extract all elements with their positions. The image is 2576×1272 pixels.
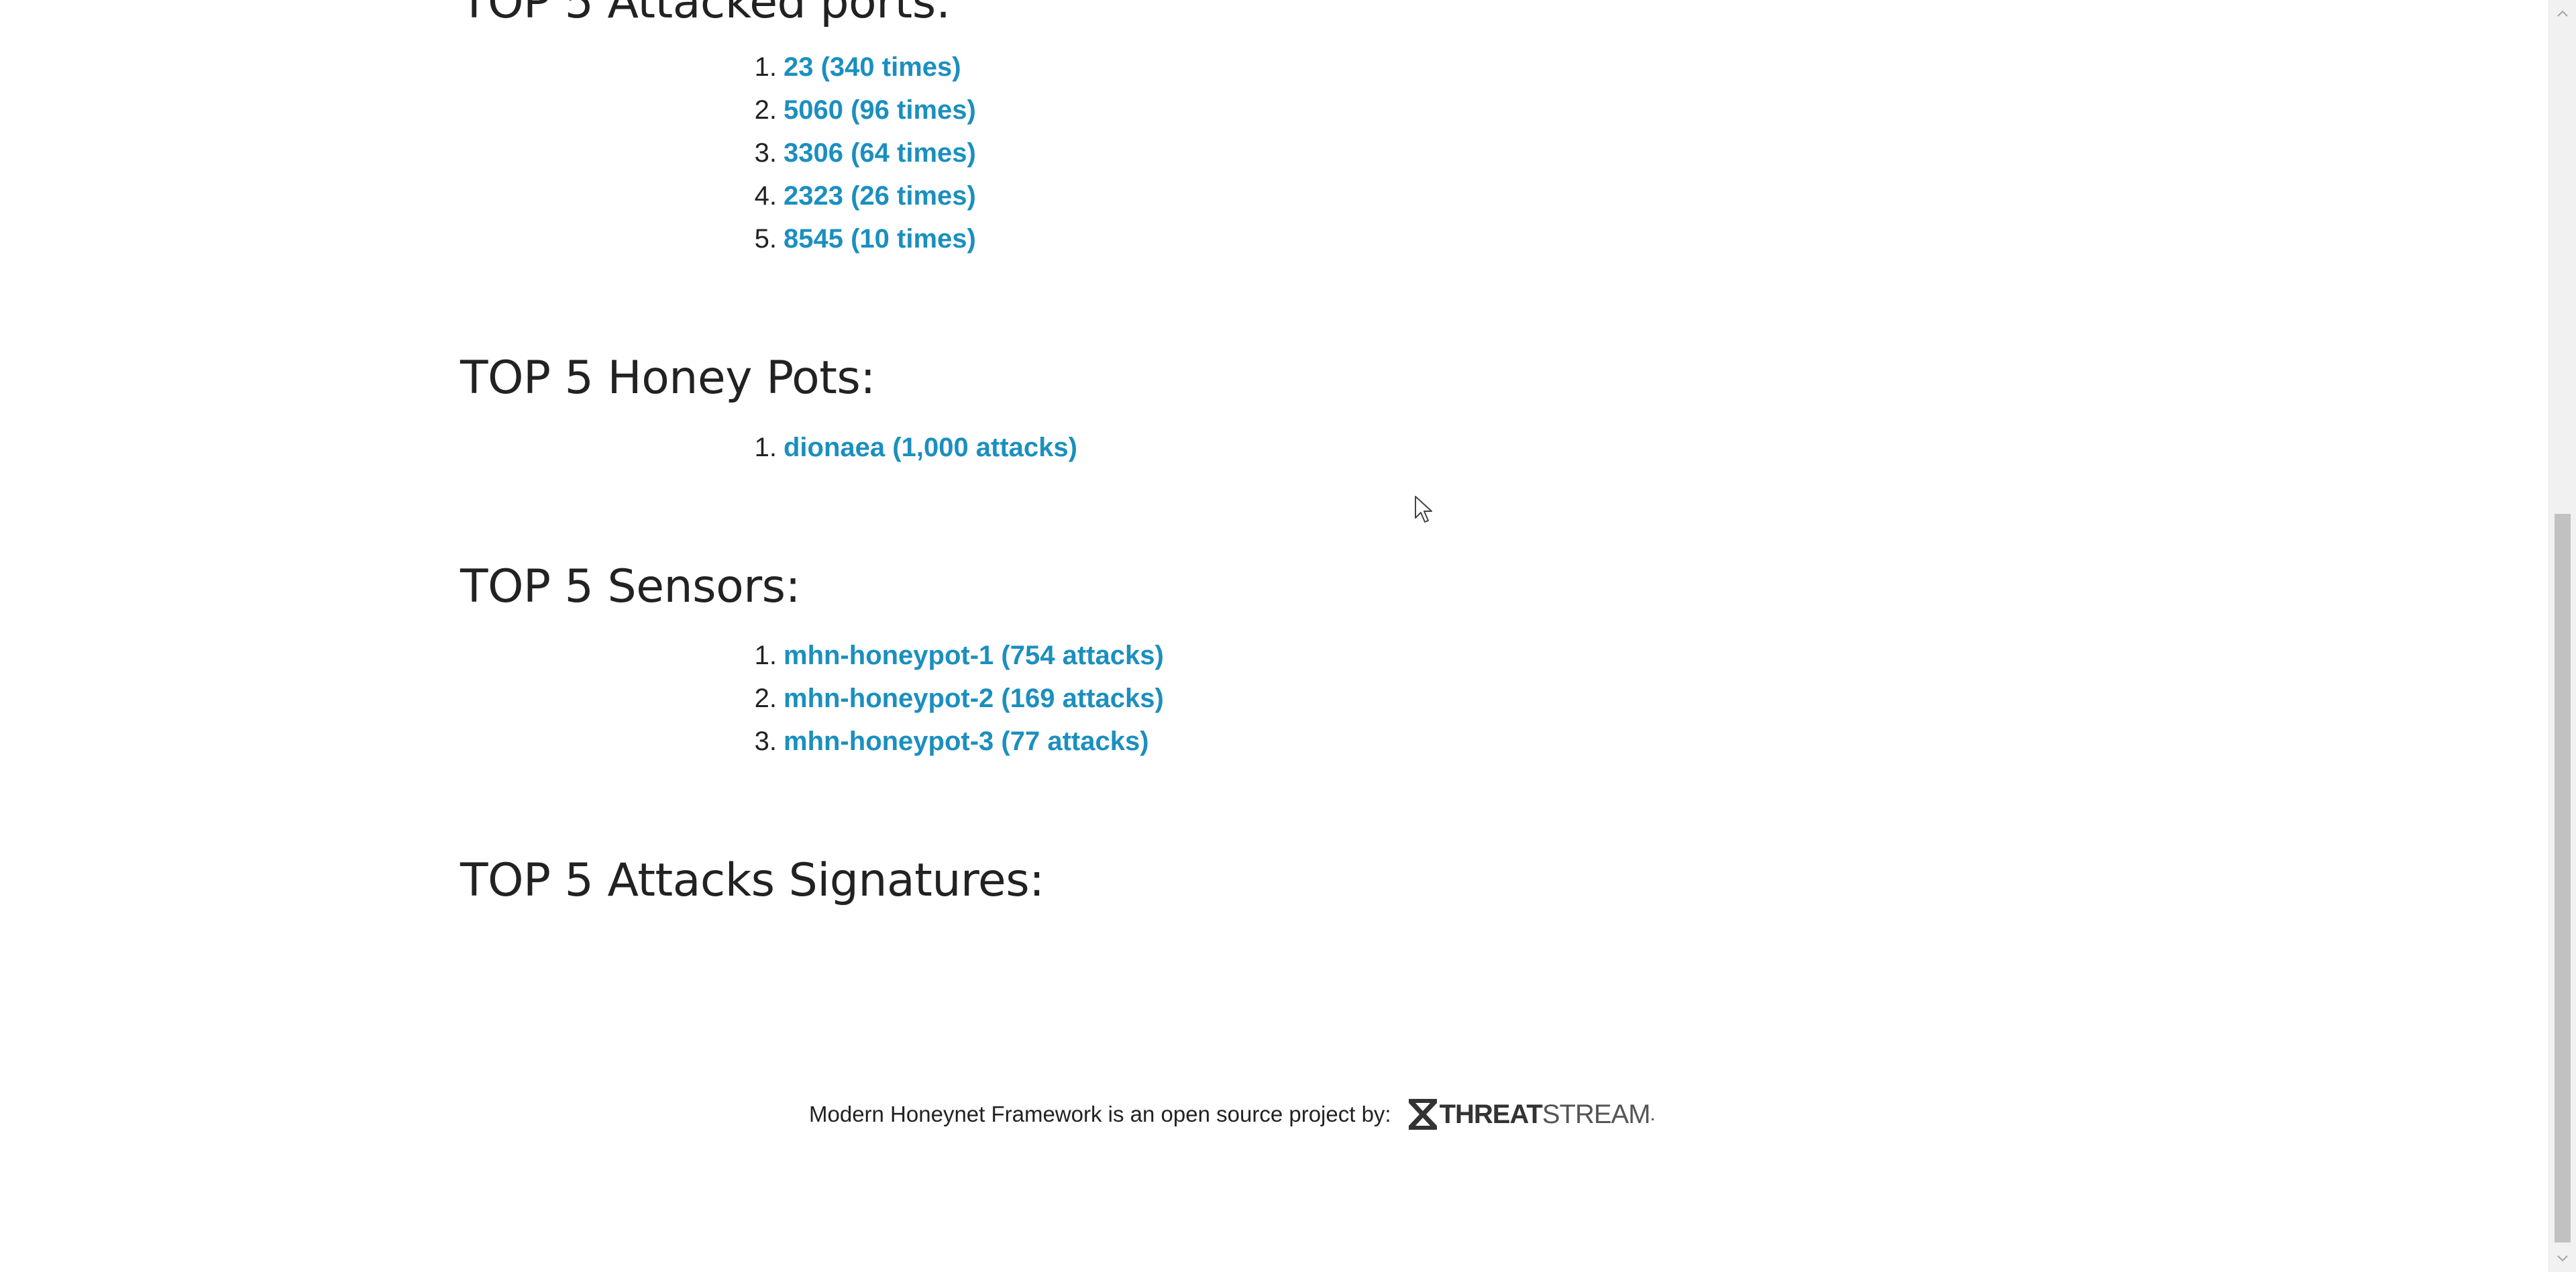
list-item: 5. 8545 (10 times) (745, 217, 976, 260)
rank-number: 1. (754, 52, 777, 82)
logo-dot: . (1650, 1103, 1656, 1125)
section-title-sensors: TOP 5 Sensors: (460, 560, 800, 613)
sensor-link[interactable]: mhn-honeypot-1 (754 attacks) (784, 641, 1164, 671)
rank-number: 1. (754, 640, 777, 670)
scroll-up-arrow-icon[interactable] (2549, 0, 2576, 27)
threatstream-logo-icon (1408, 1099, 1437, 1130)
list-item: 4. 2323 (26 times) (745, 174, 976, 217)
list-item: 3. 3306 (64 times) (745, 131, 976, 174)
port-link[interactable]: 5060 (96 times) (784, 95, 976, 125)
honeypot-link[interactable]: dionaea (1,000 attacks) (784, 433, 1077, 463)
list-item: 3. mhn-honeypot-3 (77 attacks) (745, 720, 1164, 763)
section-title-ports: TOP 5 Attacked ports: (460, 0, 951, 29)
list-item: 2. 5060 (96 times) (745, 89, 976, 131)
footer-text: Modern Honeynet Framework is an open sou… (809, 1102, 1391, 1126)
scroll-down-arrow-icon[interactable] (2549, 1245, 2576, 1272)
rank-number: 5. (754, 223, 777, 254)
section-title-signatures: TOP 5 Attacks Signatures: (460, 854, 1044, 907)
threatstream-logo[interactable]: THREAT STREAM. (1407, 1098, 1656, 1131)
port-link[interactable]: 8545 (10 times) (784, 224, 976, 254)
rank-number: 2. (754, 683, 777, 713)
sensors-list: 1. mhn-honeypot-1 (754 attacks) 2. mhn-h… (745, 634, 1164, 763)
logo-text-threat: THREAT (1439, 1099, 1543, 1129)
rank-number: 2. (754, 95, 777, 125)
list-item: 1. dionaea (1,000 attacks) (745, 426, 1077, 469)
port-link[interactable]: 23 (340 times) (784, 52, 961, 83)
port-link[interactable]: 2323 (26 times) (784, 181, 976, 211)
rank-number: 3. (754, 138, 777, 168)
honeypots-list: 1. dionaea (1,000 attacks) (745, 426, 1077, 469)
list-item: 1. mhn-honeypot-1 (754 attacks) (745, 634, 1164, 677)
sensor-link[interactable]: mhn-honeypot-3 (77 attacks) (784, 727, 1149, 757)
vertical-scrollbar[interactable] (2548, 0, 2576, 1272)
port-link[interactable]: 3306 (64 times) (784, 138, 976, 168)
rank-number: 1. (754, 432, 777, 462)
rank-number: 3. (754, 726, 777, 756)
rank-number: 4. (754, 180, 777, 211)
list-item: 1. 23 (340 times) (745, 46, 976, 89)
page: TOP 5 Attacked ports: 1. 23 (340 times) … (0, 0, 2576, 1272)
ports-list: 1. 23 (340 times) 2. 5060 (96 times) 3. … (745, 46, 976, 260)
scrollbar-thumb[interactable] (2555, 514, 2571, 1242)
sensor-link[interactable]: mhn-honeypot-2 (169 attacks) (784, 684, 1164, 714)
list-item: 2. mhn-honeypot-2 (169 attacks) (745, 677, 1164, 720)
logo-text-stream: STREAM (1542, 1099, 1651, 1129)
footer: Modern Honeynet Framework is an open sou… (809, 1098, 1656, 1131)
section-title-honeypots: TOP 5 Honey Pots: (460, 352, 875, 405)
mouse-cursor-icon (1415, 496, 1432, 523)
